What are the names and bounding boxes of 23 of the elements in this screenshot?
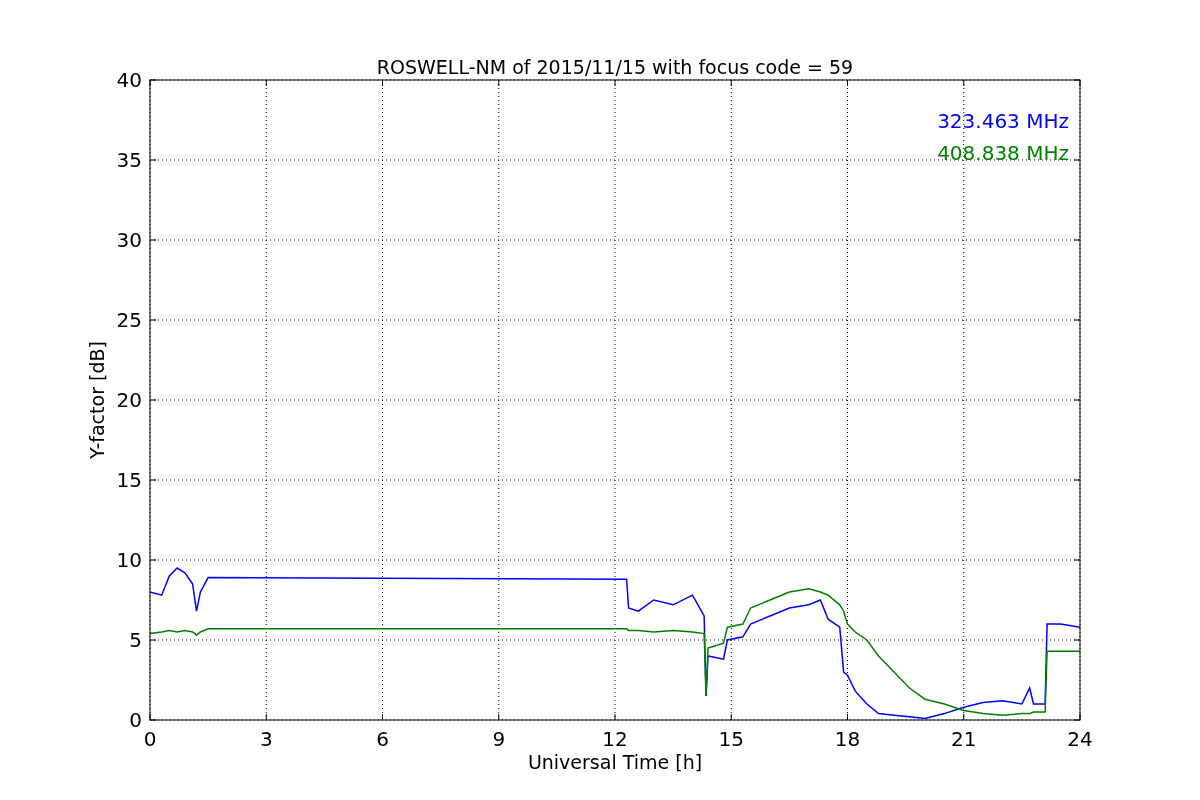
tick-label: 25 [116,308,142,332]
tick-label: 6 [376,727,389,751]
tick-label: 3 [259,727,273,751]
tick-label: 40 [116,68,142,92]
tick-label: 10 [116,548,142,572]
chart-title: ROSWELL-NM of 2015/11/15 with focus code = 59 [376,56,854,78]
axis-label: Y-factor [dB] [86,341,108,459]
tick-label: 20 [116,388,142,412]
tick-label: 5 [129,628,142,652]
tick-label: 0 [143,727,157,751]
legend-label: 323.463 MHz [937,109,1069,133]
tick-label: 21 [951,727,977,751]
tick-label: 24 [1067,727,1093,751]
tick-label: 15 [718,727,744,751]
tick-label: 30 [116,228,142,252]
tick-label: 12 [602,727,628,751]
tick-label: 35 [116,148,142,172]
tick-label: 0 [129,708,142,732]
legend-label: 408.838 MHz [937,141,1069,165]
tick-label: 9 [492,727,506,751]
axis-label: Universal Time [h] [527,751,703,773]
tick-label: 18 [834,727,861,751]
tick-label: 15 [116,468,142,492]
